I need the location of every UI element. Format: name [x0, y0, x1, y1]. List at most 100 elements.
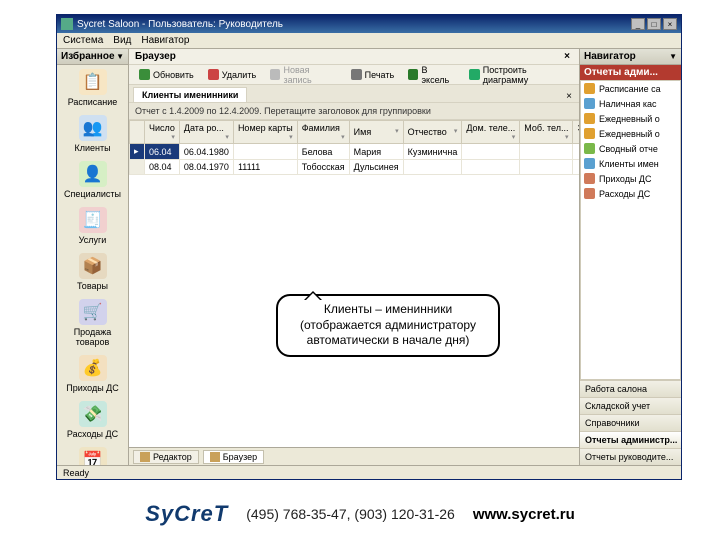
nav-group[interactable]: Отчеты администр...	[580, 431, 681, 448]
column-header[interactable]: Номер карты▾	[233, 121, 297, 144]
tree-label: Расходы ДС	[599, 189, 650, 199]
sidebar-label: Товары	[59, 281, 126, 291]
tree-item[interactable]: Сводный отче	[581, 141, 680, 156]
nav-group[interactable]: Складской учет	[580, 397, 681, 414]
minimize-button[interactable]: _	[631, 18, 645, 30]
menu-item[interactable]: Система	[63, 35, 103, 46]
document-tabs: Клиенты именинники ×	[129, 85, 579, 103]
nav-group[interactable]: Справочники	[580, 414, 681, 431]
sidebar-icon: 🛒	[79, 299, 107, 325]
table-row[interactable]: ▸06.0406.04.1980БеловаМарияКузминична	[130, 144, 606, 160]
tree-label: Сводный отче	[599, 144, 658, 154]
chart-icon	[469, 69, 479, 80]
column-header[interactable]: Фамилия▾	[297, 121, 349, 144]
sidebar-label: Клиенты	[59, 143, 126, 153]
sidebar-item-4[interactable]: 📦Товары	[57, 249, 128, 295]
report-icon	[584, 113, 595, 124]
callout-line: Клиенты – именинники	[288, 302, 488, 318]
report-icon	[584, 83, 595, 94]
navigator-title: Навигатор	[584, 51, 636, 62]
tree-item[interactable]: Расходы ДС	[581, 186, 680, 201]
column-header[interactable]: Число▾	[145, 121, 180, 144]
navigator-groups: Работа салонаСкладской учетСправочникиОт…	[580, 380, 681, 465]
report-icon	[584, 143, 595, 154]
sidebar-item-8[interactable]: 📅Расписание	[57, 443, 128, 465]
refresh-icon	[139, 69, 150, 80]
grid-header-row: Число▾Дата ро...▾Номер карты▾Фамилия▾Имя…	[130, 121, 606, 144]
browser-tab[interactable]: Браузер	[203, 450, 264, 464]
sidebar-label: Услуги	[59, 235, 126, 245]
tab-close-icon[interactable]: ×	[563, 90, 575, 102]
menu-bar: Система Вид Навигатор	[57, 33, 681, 49]
tree-item[interactable]: Клиенты имен	[581, 156, 680, 171]
sidebar-item-5[interactable]: 🛒Продажа товаров	[57, 295, 128, 351]
delete-button[interactable]: Удалить	[202, 67, 262, 82]
editor-tab[interactable]: Редактор	[133, 450, 199, 464]
tree-item[interactable]: Ежедневный о	[581, 126, 680, 141]
tree-label: Наличная кас	[599, 99, 656, 109]
column-header[interactable]: Дата ро...▾	[179, 121, 233, 144]
tree-item[interactable]: Наличная кас	[581, 96, 680, 111]
report-icon	[584, 188, 595, 199]
menu-item[interactable]: Навигатор	[141, 35, 189, 46]
nav-group[interactable]: Отчеты руководите...	[580, 448, 681, 465]
table-row[interactable]: 08.0408.04.197011111ТобосскаяДульсинея	[130, 160, 606, 175]
sidebar-icon: 💰	[79, 355, 107, 381]
tree-label: Ежедневный о	[599, 129, 660, 139]
tree-item[interactable]: Ежедневный о	[581, 111, 680, 126]
tab-birthday-clients[interactable]: Клиенты именинники	[133, 87, 247, 102]
navigator-header[interactable]: Навигатор ▼	[580, 49, 681, 65]
sidebar-item-7[interactable]: 💸 Расходы ДС	[57, 397, 128, 443]
view-switch: Редактор Браузер	[129, 447, 579, 465]
column-header[interactable]: Дом. теле...▾	[462, 121, 520, 144]
slide-footer: SyCreT (495) 768-35-47, (903) 120-31-26 …	[0, 490, 720, 538]
nav-group[interactable]: Работа салона	[580, 380, 681, 397]
tree-label: Клиенты имен	[599, 159, 659, 169]
sidebar-icon: 🧾	[79, 207, 107, 233]
data-grid: Число▾Дата ро...▾Номер карты▾Фамилия▾Имя…	[129, 120, 606, 175]
new-record-button[interactable]: Новая запись	[264, 63, 343, 87]
refresh-button[interactable]: Обновить	[133, 67, 200, 82]
sidebar-item-0[interactable]: 📋Расписание	[57, 65, 128, 111]
column-header[interactable]: Имя▾	[349, 121, 403, 144]
excel-icon	[408, 69, 418, 80]
chart-button[interactable]: Построить диаграмму	[463, 63, 575, 87]
navigator-tree: Расписание са Наличная кас Ежедневный о Еже…	[580, 80, 681, 380]
sidebar-item-6[interactable]: 💰Приходы ДС	[57, 351, 128, 397]
delete-icon	[208, 69, 219, 80]
favorites-panel: Избранное ▼ 📋Расписание👥Клиенты👤Специали…	[57, 49, 129, 465]
toolbar: Обновить Удалить Новая запись Печать В э…	[129, 65, 579, 85]
editor-icon	[140, 452, 150, 462]
title-bar: Sycret Saloon - Пользователь: Руководите…	[57, 15, 681, 33]
report-icon	[584, 128, 595, 139]
footer-site[interactable]: www.sycret.ru	[473, 506, 575, 523]
sidebar-icon: 👤	[79, 161, 107, 187]
sidebar-icon: 📋	[79, 69, 107, 95]
callout-line: автоматически в начале дня)	[288, 333, 488, 349]
browser-title: Браузер	[135, 51, 176, 62]
tree-item[interactable]: Приходы ДС	[581, 171, 680, 186]
sidebar-icon: 💸	[79, 401, 107, 427]
sidebar-label: Расходы ДС	[59, 429, 126, 439]
column-header[interactable]: Моб. тел...▾	[520, 121, 573, 144]
favorites-header[interactable]: Избранное ▼	[57, 49, 128, 65]
tree-label: Приходы ДС	[599, 174, 652, 184]
chevron-down-icon: ▼	[669, 52, 677, 61]
sidebar-item-1[interactable]: 👥Клиенты	[57, 111, 128, 157]
plus-icon	[270, 69, 280, 80]
report-icon	[584, 98, 595, 109]
tree-item[interactable]: Расписание са	[581, 81, 680, 96]
excel-button[interactable]: В эксель	[402, 63, 461, 87]
tree-label: Ежедневный о	[599, 114, 660, 124]
close-icon[interactable]: ×	[561, 51, 573, 63]
column-header[interactable]: Отчество▾	[403, 121, 462, 144]
maximize-button[interactable]: □	[647, 18, 661, 30]
sidebar-item-2[interactable]: 👤Специалисты	[57, 157, 128, 203]
callout-annotation: Клиенты – именинники (отображается админ…	[276, 294, 500, 357]
menu-item[interactable]: Вид	[113, 35, 131, 46]
printer-icon	[351, 69, 362, 80]
close-button[interactable]: ×	[663, 18, 677, 30]
footer-phones: (495) 768-35-47, (903) 120-31-26	[246, 506, 455, 522]
print-button[interactable]: Печать	[345, 67, 400, 82]
sidebar-item-3[interactable]: 🧾 Услуги	[57, 203, 128, 249]
